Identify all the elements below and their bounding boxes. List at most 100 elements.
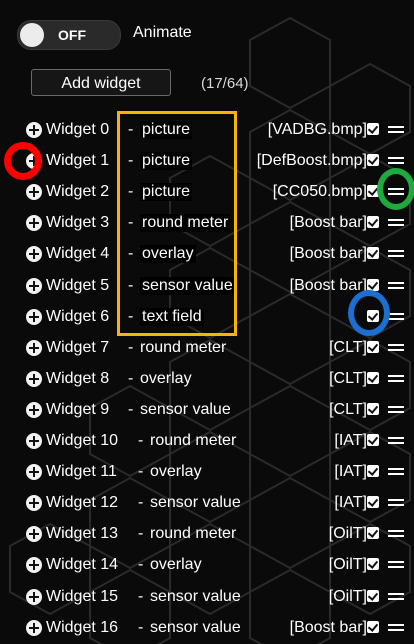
widget-row[interactable]: Widget 11 - overlay [IAT] (0, 457, 414, 488)
checkbox-checked-icon[interactable] (367, 589, 379, 602)
drag-handle-icon[interactable] (388, 343, 404, 353)
separator-dash: - (138, 432, 144, 449)
widget-row[interactable]: Widget 6- text field (0, 302, 414, 333)
checkbox-checked-icon[interactable] (367, 558, 379, 571)
widget-row[interactable]: Widget 4- overlay [Boost bar] (0, 239, 414, 270)
drag-handle-icon[interactable] (388, 529, 404, 539)
plus-circle-icon[interactable] (26, 246, 42, 263)
widget-parameter: [Boost bar] (289, 618, 367, 636)
widget-type: overlay (140, 245, 196, 264)
checkbox-checked-icon[interactable] (367, 123, 379, 135)
checkbox-checked-icon[interactable] (367, 278, 379, 291)
separator-dash: - (128, 152, 134, 170)
plus-circle-icon[interactable] (26, 526, 42, 543)
widget-type: round meter (140, 338, 227, 356)
widget-row[interactable]: Widget 8- overlay [CLT] (0, 364, 414, 395)
drag-handle-icon[interactable] (388, 125, 404, 135)
checkbox-checked-icon[interactable] (367, 154, 379, 167)
drag-handle-icon[interactable] (388, 405, 404, 415)
plus-circle-icon[interactable] (26, 588, 42, 605)
drag-handle-icon[interactable] (388, 436, 404, 446)
widget-name: Widget 3 (46, 214, 110, 232)
separator-dash: - (138, 494, 144, 512)
widget-row[interactable]: Widget 5- sensor value [Boost bar] (0, 271, 414, 302)
checkbox-checked-icon[interactable] (367, 496, 379, 509)
drag-handle-icon[interactable] (388, 218, 404, 228)
checkbox-checked-icon[interactable] (367, 620, 379, 633)
plus-circle-icon[interactable] (26, 433, 42, 449)
widget-name: Widget 4 (46, 245, 110, 263)
drag-handle-icon[interactable] (388, 560, 404, 570)
widget-type: picture (140, 152, 193, 171)
separator-dash: - (138, 463, 144, 481)
plus-circle-icon[interactable] (26, 464, 42, 481)
drag-handle-icon[interactable] (388, 156, 404, 166)
drag-handle-icon[interactable] (388, 467, 404, 477)
widget-row[interactable]: Widget 14 - overlay [OilT] (0, 550, 414, 581)
widget-row[interactable]: Widget 13 - round meter [OilT] (0, 519, 414, 550)
widget-parameter: [DefBoost.bmp] (256, 152, 367, 170)
drag-handle-icon[interactable] (388, 623, 404, 633)
drag-handle-icon[interactable] (388, 592, 404, 602)
widget-type: round meter (150, 432, 237, 449)
widget-name: Widget 16 (46, 618, 119, 636)
checkbox-checked-icon[interactable] (367, 465, 379, 478)
widget-row[interactable]: Widget 2- picture [CC050.bmp] (0, 177, 414, 208)
separator-dash: - (138, 587, 144, 605)
widget-parameter: [Boost bar] (289, 245, 367, 263)
checkbox-checked-icon[interactable] (367, 434, 379, 446)
widget-row[interactable]: Widget 12 - sensor value [IAT] (0, 488, 414, 519)
widget-parameter: [CLT] (329, 369, 367, 387)
widget-row[interactable]: Widget 15 - sensor value [OilT] (0, 582, 414, 613)
plus-circle-icon[interactable] (26, 122, 42, 138)
widget-row[interactable]: Widget 9- sensor value [CLT] (0, 395, 414, 426)
checkbox-checked-icon[interactable] (367, 216, 379, 229)
checkbox-checked-icon[interactable] (367, 247, 379, 260)
toggle-state-label: OFF (58, 27, 86, 43)
widget-name: Widget 2 (46, 183, 110, 201)
widget-parameter: [CLT] (329, 338, 367, 356)
checkbox-checked-icon[interactable] (367, 402, 379, 415)
drag-handle-icon[interactable] (388, 249, 404, 259)
widget-parameter: [IAT] (334, 432, 367, 449)
plus-circle-icon[interactable] (26, 557, 42, 574)
widget-row[interactable]: Widget 0 - picture [VADBG.bmp] (0, 115, 414, 146)
drag-handle-icon[interactable] (388, 187, 404, 197)
widget-type: round meter (140, 214, 231, 233)
checkbox-checked-icon[interactable] (367, 340, 379, 353)
plus-circle-icon[interactable] (26, 401, 42, 418)
widget-count: (17/64) (201, 75, 249, 92)
plus-circle-icon[interactable] (26, 495, 42, 512)
drag-handle-icon[interactable] (388, 312, 404, 322)
checkbox-checked-icon[interactable] (367, 527, 379, 540)
plus-circle-icon[interactable] (26, 619, 42, 636)
widget-parameter: [CLT] (329, 400, 367, 418)
widget-row[interactable]: Widget 7- round meter [CLT] (0, 333, 414, 364)
drag-handle-icon[interactable] (388, 498, 404, 508)
widget-type: overlay (150, 556, 202, 574)
widget-row[interactable]: Widget 3- round meter [Boost bar] (0, 208, 414, 239)
widget-name: Widget 9 (46, 400, 110, 418)
widget-row[interactable]: Widget 1- picture [DefBoost.bmp] (0, 146, 414, 177)
plus-circle-icon[interactable] (26, 370, 42, 387)
plus-circle-icon[interactable] (26, 277, 42, 294)
drag-handle-icon[interactable] (388, 281, 404, 291)
separator-dash: - (138, 525, 144, 543)
separator-dash: - (128, 214, 134, 232)
plus-circle-icon[interactable] (26, 339, 42, 356)
separator-dash: - (128, 245, 134, 263)
add-widget-button[interactable]: Add widget (31, 69, 171, 96)
animate-toggle[interactable]: OFF (17, 20, 121, 50)
plus-circle-icon[interactable] (26, 184, 42, 201)
plus-circle-icon[interactable] (26, 308, 42, 325)
widget-type: text field (140, 307, 204, 326)
checkbox-checked-icon[interactable] (367, 371, 379, 384)
widget-name: Widget 7 (46, 338, 110, 356)
plus-circle-icon[interactable] (26, 153, 42, 170)
widget-row[interactable]: Widget 10 - round meter [IAT] (0, 426, 414, 457)
checkbox-checked-icon[interactable] (367, 309, 379, 322)
widget-row[interactable]: Widget 16 - sensor value [Boost bar] (0, 613, 414, 644)
plus-circle-icon[interactable] (26, 215, 42, 232)
drag-handle-icon[interactable] (388, 374, 404, 384)
checkbox-checked-icon[interactable] (367, 185, 379, 198)
